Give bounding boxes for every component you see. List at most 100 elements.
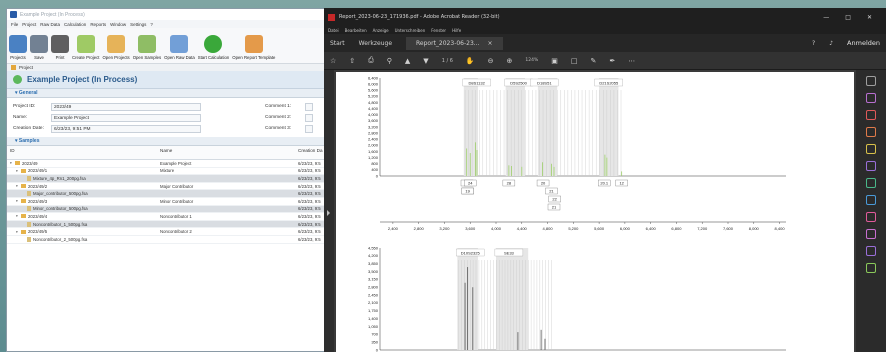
pdf-title-bar[interactable]: Report_2023-06-23_171936.pdf - Adobe Acr… [324,8,886,26]
field-value[interactable]: 6/23/23, 9:51 PM [51,124,201,133]
app-menu-item[interactable]: Reports [90,22,106,27]
tab-start[interactable]: Start [330,40,345,47]
comment-field[interactable] [305,102,313,111]
highlight-icon[interactable]: ✎ [591,57,597,65]
expand-toggle-icon[interactable]: ▾ [16,169,19,173]
zoom-out-icon[interactable]: ⊖ [488,57,494,65]
upload-icon[interactable]: ⇧ [349,57,355,65]
expand-toggle-icon[interactable]: ▾ [10,161,13,165]
maximize-button[interactable]: □ [845,14,851,21]
ribbon-button[interactable]: Start Calculation [198,28,229,63]
pen-icon[interactable]: ✒ [609,57,615,65]
ribbon-button[interactable]: Projects [9,28,27,63]
pdf-menu-item[interactable]: Bearbeiten [345,28,367,33]
comment-field[interactable] [305,113,313,122]
ribbon-button[interactable]: Create Project [72,28,99,63]
general-section-header[interactable]: ▾ General [7,89,327,98]
sidebar-tool-icon[interactable] [866,161,876,171]
field-value[interactable]: 2023/49 [51,102,201,111]
search-icon[interactable]: ⚲ [387,57,392,65]
app-menu-item[interactable]: ? [150,22,153,27]
help-icon[interactable]: ? [812,40,815,47]
down-icon[interactable]: ▼ [423,57,428,65]
print-icon[interactable]: ⎙ [368,56,374,65]
sidebar-tool-icon[interactable] [866,144,876,154]
sidebar-tool-icon[interactable] [866,195,876,205]
pdf-menu-item[interactable]: Unterschreiben [395,28,426,33]
sidebar-tool-icon[interactable] [866,76,876,86]
minimize-button[interactable]: — [823,14,829,21]
project-tab[interactable]: Project [7,64,327,71]
notification-bell-icon[interactable]: ♪ [829,40,833,47]
page-indicator[interactable]: 1 / 6 [442,58,453,64]
x-tick-label: 4,800 [543,226,554,231]
tab-tools[interactable]: Werkzeuge [359,40,392,47]
pdf-menu-item[interactable]: Anzeige [373,28,389,33]
expand-toggle-icon[interactable]: ▾ [16,230,19,234]
app-menu-item[interactable]: File [11,22,18,27]
pdf-menu-item[interactable]: Fenster [431,28,446,33]
expand-toggle-icon[interactable]: ▾ [16,214,19,218]
fit-icon[interactable]: ▣ [551,57,558,65]
comment-field[interactable] [305,124,313,133]
comment-icon[interactable]: □ [571,57,578,65]
table-row[interactable]: ▾ 2023/49/4 Noncontributor 1 6/23/23, 9:5 [7,213,327,221]
sidebar-tool-icon[interactable] [866,127,876,137]
sidebar-tool-icon[interactable] [866,110,876,120]
tab-close-icon[interactable]: × [488,40,493,47]
col-creation-date[interactable]: Creation Da [295,146,327,159]
star-icon[interactable]: ☆ [330,57,336,65]
lims-app-window[interactable]: Example Project (In Process) File Project… [6,8,328,352]
col-id[interactable]: ID [7,146,157,159]
app-menu-item[interactable]: Project [22,22,36,27]
hand-icon[interactable]: ✋ [466,57,475,65]
cell-date: 6/23/23, 9:5 [298,213,321,219]
close-button[interactable]: ✕ [867,14,872,21]
table-row[interactable]: ▾ 2023/49/2 Major Contributor 6/23/23, 9:5 [7,183,327,191]
pdf-reader-window[interactable]: Report_2023-06-23_171936.pdf - Adobe Acr… [324,8,886,352]
pdf-viewport[interactable]: 6,400 6,000 5,600 5,200 4,800 4,400 4,000 3,600… [324,70,886,352]
table-row[interactable]: Noncontributor_1_500pg.fsa 6/23/23, 9:5 [7,220,327,229]
sidebar-tool-icon[interactable] [866,229,876,239]
ribbon-button[interactable]: Open Raw Data [164,28,195,63]
ribbon-button[interactable]: Open Report Template [232,28,275,63]
app-title-bar[interactable]: Example Project (In Process) [7,9,327,20]
table-row[interactable]: ▾ 2023/49/5 Noncontributor 2 6/23/23, 9:5 [7,228,327,236]
expand-toggle-icon[interactable]: ▾ [16,199,19,203]
pdf-menu-item[interactable]: Datei [328,28,339,33]
ribbon-button[interactable]: Open Samples [133,28,161,63]
app-menu-item[interactable]: Window [110,22,126,27]
app-menu-item[interactable]: Raw Data [40,22,60,27]
ribbon-button[interactable]: Save [30,28,48,63]
samples-section-header[interactable]: ▾ Samples [7,137,327,146]
table-row[interactable]: Mixture_4p_Rn1_200pg.fsa 6/23/23, 9:5 [7,175,327,183]
table-row[interactable]: Noncontributor_2_500pg.fsa 6/23/23, 9:5 [7,236,327,244]
up-icon[interactable]: ▲ [405,57,410,65]
field-value[interactable]: Example Project [51,113,201,122]
expand-toggle-icon[interactable]: ▾ [16,184,19,188]
left-panel-toggle[interactable] [324,70,334,352]
zoom-in-icon[interactable]: ⊕ [507,57,513,65]
table-row[interactable]: ▾ 2023/49 Example Project 6/23/23, 9:5 [7,160,327,168]
more-icon[interactable]: ⋯ [628,57,635,65]
sidebar-tool-icon[interactable] [866,93,876,103]
tab-document[interactable]: Report_2023-06-23... × [406,36,503,50]
allele-label: 21 [552,205,557,210]
app-menu-item[interactable]: Calculation [64,22,86,27]
table-row[interactable]: ▾ 2023/49/1 Mixture 6/23/23, 9:5 [7,168,327,176]
app-menu-item[interactable]: Settings [130,22,146,27]
sidebar-tool-icon[interactable] [866,178,876,188]
sidebar-tool-icon[interactable] [866,246,876,256]
y-tick-label: 3,850 [368,261,379,266]
table-row[interactable]: Minor_contributor_500pg.fsa 6/23/23, 9:5 [7,205,327,214]
sign-in-link[interactable]: Anmelden [847,39,880,47]
table-row[interactable]: ▾ 2023/49/3 Minor Contributor 6/23/23, 9:5 [7,198,327,206]
zoom-level[interactable]: 124% [525,58,538,63]
sidebar-tool-icon[interactable] [866,212,876,222]
sidebar-tool-icon[interactable] [866,263,876,273]
table-row[interactable]: Major_contributor_500pg.fsa 6/23/23, 9:5 [7,190,327,198]
ribbon-button[interactable]: Open Projects [102,28,130,63]
col-name[interactable]: Name [157,146,295,159]
ribbon-button[interactable]: Print [51,28,69,63]
pdf-menu-item[interactable]: Hilfe [452,28,461,33]
